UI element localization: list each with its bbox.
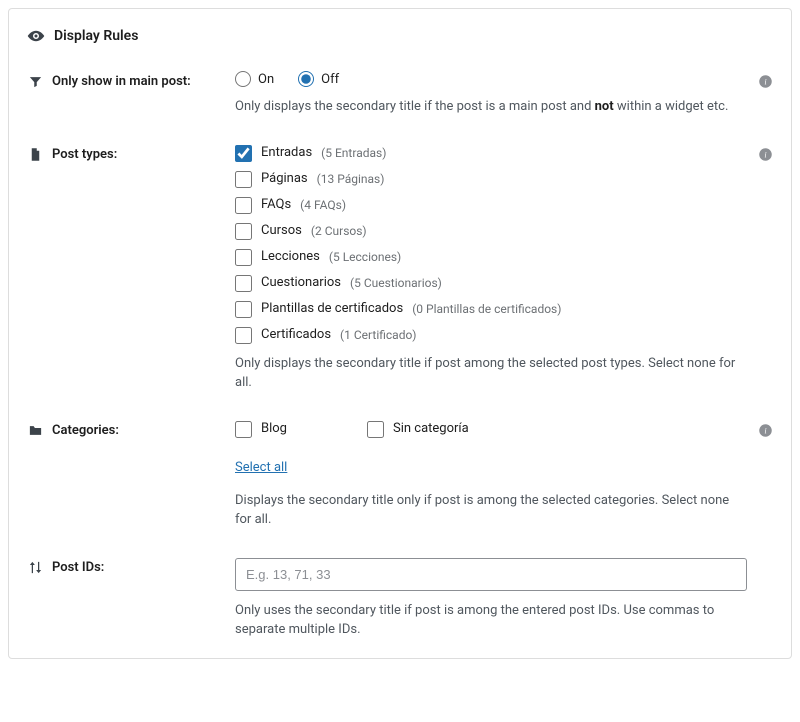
post-type-name: Cursos (261, 223, 302, 239)
post-type-item[interactable]: Páginas (13 Páginas) (235, 171, 747, 188)
post-type-count: (1 Certificado) (340, 328, 416, 342)
only-main-label: Only show in main post: (52, 74, 191, 89)
post-type-checkbox[interactable] (235, 275, 252, 292)
row-only-main: Only show in main post: On Off Only disp… (27, 71, 773, 117)
categories-list: Blog Sin categoría (235, 421, 747, 438)
post-type-item[interactable]: Cursos (2 Cursos) (235, 223, 747, 240)
post-type-name: Plantillas de certificados (261, 301, 403, 317)
section-header: Display Rules (27, 27, 773, 45)
only-main-off[interactable]: Off (298, 71, 339, 87)
categories-label: Categories: (52, 423, 119, 438)
post-type-count: (0 Plantillas de certificados) (412, 302, 561, 316)
post-type-name: Entradas (261, 145, 312, 161)
post-type-checkbox[interactable] (235, 171, 252, 188)
post-types-label: Post types: (52, 147, 117, 162)
select-all-link[interactable]: Select all (235, 460, 287, 475)
category-name: Sin categoría (393, 421, 469, 437)
post-ids-input[interactable] (235, 558, 747, 591)
post-type-name: Certificados (261, 327, 331, 343)
post-type-item[interactable]: Plantillas de certificados (0 Plantillas … (235, 301, 747, 318)
row-post-types: Post types: Entradas (5 Entradas) Páginas (… (27, 145, 773, 393)
only-main-on[interactable]: On (235, 71, 274, 87)
post-type-count: (2 Cursos) (311, 224, 367, 238)
category-name: Blog (261, 421, 287, 437)
post-type-item[interactable]: Entradas (5 Entradas) (235, 145, 747, 162)
only-main-off-label: Off (321, 72, 339, 87)
post-type-item[interactable]: FAQs (4 FAQs) (235, 197, 747, 214)
post-types-desc: Only displays the secondary title if pos… (235, 354, 747, 393)
post-type-item[interactable]: Certificados (1 Certificado) (235, 327, 747, 344)
sort-icon (27, 560, 43, 576)
post-type-name: Cuestionarios (261, 275, 341, 291)
filter-icon (27, 73, 43, 89)
category-checkbox[interactable] (235, 421, 252, 438)
post-ids-label: Post IDs: (52, 560, 104, 575)
post-type-checkbox[interactable] (235, 327, 252, 344)
row-post-ids: Post IDs: Only uses the secondary title … (27, 558, 773, 640)
only-main-on-radio[interactable] (235, 71, 251, 87)
post-type-name: Páginas (261, 171, 308, 187)
row-categories: Categories: Blog Sin categoría Select all… (27, 421, 773, 530)
display-rules-panel: Display Rules Only show in main post: On… (8, 8, 792, 659)
info-icon[interactable]: i (757, 423, 773, 439)
folder-icon (27, 423, 43, 439)
info-icon[interactable]: i (757, 73, 773, 89)
post-ids-desc: Only uses the secondary title if post is… (235, 601, 747, 640)
post-type-count: (5 Cuestionarios) (350, 276, 442, 290)
post-type-item[interactable]: Lecciones (5 Lecciones) (235, 249, 747, 266)
section-title: Display Rules (54, 28, 138, 44)
post-type-item[interactable]: Cuestionarios (5 Cuestionarios) (235, 275, 747, 292)
post-type-count: (4 FAQs) (300, 198, 346, 212)
only-main-desc: Only displays the secondary title if the… (235, 97, 747, 117)
post-types-list: Entradas (5 Entradas) Páginas (13 Páginas) F… (235, 145, 747, 344)
svg-text:i: i (764, 151, 766, 160)
category-item[interactable]: Blog (235, 421, 287, 438)
info-icon[interactable]: i (757, 147, 773, 163)
only-main-off-radio[interactable] (298, 71, 314, 87)
post-type-checkbox[interactable] (235, 197, 252, 214)
post-type-count: (5 Entradas) (321, 146, 386, 160)
post-type-checkbox[interactable] (235, 145, 252, 162)
category-item[interactable]: Sin categoría (367, 421, 469, 438)
svg-text:i: i (764, 427, 766, 436)
page-icon (27, 147, 43, 163)
post-type-checkbox[interactable] (235, 301, 252, 318)
only-main-on-label: On (258, 72, 274, 87)
svg-text:i: i (764, 77, 766, 86)
post-type-checkbox[interactable] (235, 223, 252, 240)
categories-desc: Displays the secondary title only if pos… (235, 491, 747, 530)
eye-icon (27, 27, 45, 45)
category-checkbox[interactable] (367, 421, 384, 438)
post-type-count: (13 Páginas) (317, 172, 385, 186)
post-type-name: Lecciones (261, 249, 320, 265)
post-type-count: (5 Lecciones) (329, 250, 401, 264)
post-type-checkbox[interactable] (235, 249, 252, 266)
post-type-name: FAQs (261, 197, 291, 213)
